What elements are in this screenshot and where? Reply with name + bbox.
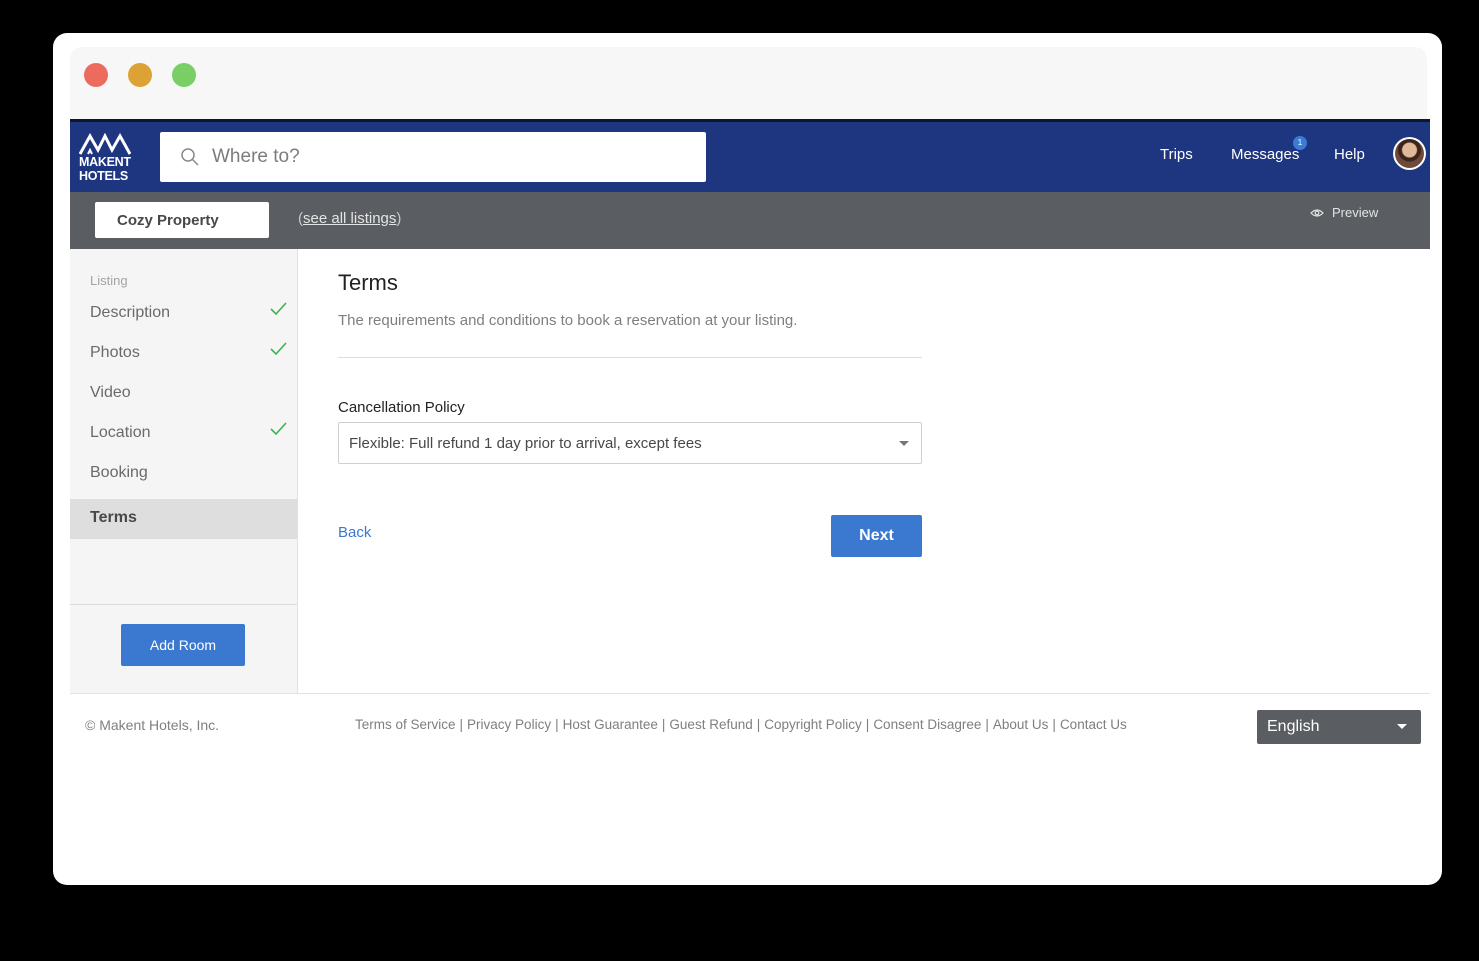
- property-name-button[interactable]: Cozy Property: [95, 202, 269, 238]
- footer-link-guest-refund[interactable]: Guest Refund: [669, 717, 752, 732]
- browser-window: MAKENT HOTELS Trips Messages 1 Help Cozy…: [53, 33, 1442, 885]
- sidebar-item-label: Terms: [90, 509, 137, 526]
- sidebar-item-label: Booking: [90, 464, 148, 481]
- nav-help-link[interactable]: Help: [1334, 146, 1365, 163]
- top-header: MAKENT HOTELS Trips Messages 1 Help: [70, 119, 1430, 192]
- minimize-window-button[interactable]: [128, 63, 152, 87]
- sidebar-item-booking[interactable]: Booking: [70, 454, 297, 494]
- logo-text-line2: HOTELS: [79, 169, 128, 183]
- sidebar-item-location[interactable]: Location: [70, 414, 297, 454]
- search-icon: [181, 148, 199, 166]
- listing-sidebar: Listing Description Photos Video Locatio…: [70, 249, 298, 693]
- app: MAKENT HOTELS Trips Messages 1 Help Cozy…: [70, 119, 1430, 871]
- checkmark-icon: [270, 342, 287, 356]
- preview-button[interactable]: Preview: [1310, 205, 1378, 220]
- copyright-text: © Makent Hotels, Inc.: [85, 717, 220, 733]
- brand-logo[interactable]: MAKENT HOTELS: [79, 133, 135, 189]
- page-subtitle: The requirements and conditions to book …: [338, 312, 798, 329]
- nav-trips-link[interactable]: Trips: [1160, 146, 1193, 163]
- footer-link-host-guarantee[interactable]: Host Guarantee: [563, 717, 658, 732]
- sidebar-item-terms[interactable]: Terms: [70, 499, 297, 539]
- chevron-down-icon: [899, 441, 909, 446]
- sidebar-heading: Listing: [90, 273, 128, 288]
- messages-count-badge: 1: [1293, 136, 1307, 150]
- listing-subbar: Cozy Property (see all listings) Preview: [70, 192, 1430, 249]
- add-room-button[interactable]: Add Room: [121, 624, 245, 666]
- see-all-listings: (see all listings): [298, 210, 401, 227]
- footer-link-copyright-policy[interactable]: Copyright Policy: [764, 717, 862, 732]
- footer-separator: |: [555, 717, 559, 732]
- cancellation-policy-label: Cancellation Policy: [338, 399, 465, 416]
- eye-icon: [1310, 208, 1324, 217]
- footer-link-contact-us[interactable]: Contact Us: [1060, 717, 1127, 732]
- sidebar-item-video[interactable]: Video: [70, 374, 297, 414]
- nav-messages-link[interactable]: Messages: [1231, 146, 1299, 163]
- cancellation-policy-value: Flexible: Full refund 1 day prior to arr…: [349, 435, 702, 452]
- footer-separator: |: [865, 717, 870, 732]
- cancellation-policy-select[interactable]: Flexible: Full refund 1 day prior to arr…: [338, 422, 922, 464]
- footer-separator: |: [661, 717, 666, 732]
- user-avatar[interactable]: [1393, 137, 1426, 170]
- section-divider: [338, 357, 922, 358]
- page-footer: © Makent Hotels, Inc. Terms of Service | P…: [70, 693, 1430, 871]
- footer-link-consent-disagree[interactable]: Consent Disagree: [873, 717, 981, 732]
- language-value: English: [1267, 718, 1320, 735]
- next-button[interactable]: Next: [831, 515, 922, 557]
- footer-link-terms-of-service[interactable]: Terms of Service: [355, 717, 456, 732]
- search-input[interactable]: [212, 146, 692, 168]
- sidebar-item-label: Description: [90, 304, 171, 321]
- back-link[interactable]: Back: [338, 524, 371, 541]
- maximize-window-button[interactable]: [172, 63, 196, 87]
- footer-links: Terms of Service | Privacy Policy | Host Gua…: [355, 717, 1127, 732]
- footer-separator: |: [459, 717, 464, 732]
- sidebar-item-photos[interactable]: Photos: [70, 334, 297, 374]
- close-window-button[interactable]: [84, 63, 108, 87]
- mountain-logo-icon: [79, 133, 131, 155]
- sidebar-divider: [70, 604, 297, 605]
- footer-separator: |: [985, 717, 989, 732]
- footer-separator: |: [756, 717, 761, 732]
- sidebar-item-label: Location: [90, 424, 151, 441]
- sidebar-item-description[interactable]: Description: [70, 294, 297, 334]
- checkmark-icon: [270, 422, 287, 436]
- preview-label: Preview: [1332, 205, 1379, 220]
- language-select[interactable]: English: [1257, 710, 1421, 744]
- search-box[interactable]: [160, 132, 706, 182]
- chevron-down-icon: [1397, 724, 1407, 729]
- footer-link-privacy-policy[interactable]: Privacy Policy: [467, 717, 551, 732]
- footer-link-about-us[interactable]: About Us: [993, 717, 1049, 732]
- see-all-listings-link[interactable]: see all listings: [303, 210, 396, 227]
- logo-text-line1: MAKENT: [79, 155, 131, 169]
- checkmark-icon: [270, 302, 287, 316]
- sidebar-item-label: Photos: [90, 344, 140, 361]
- see-all-paren-close: ): [396, 210, 402, 227]
- sidebar-item-label: Video: [90, 384, 131, 401]
- page-title: Terms: [338, 270, 398, 295]
- footer-separator: |: [1052, 717, 1056, 732]
